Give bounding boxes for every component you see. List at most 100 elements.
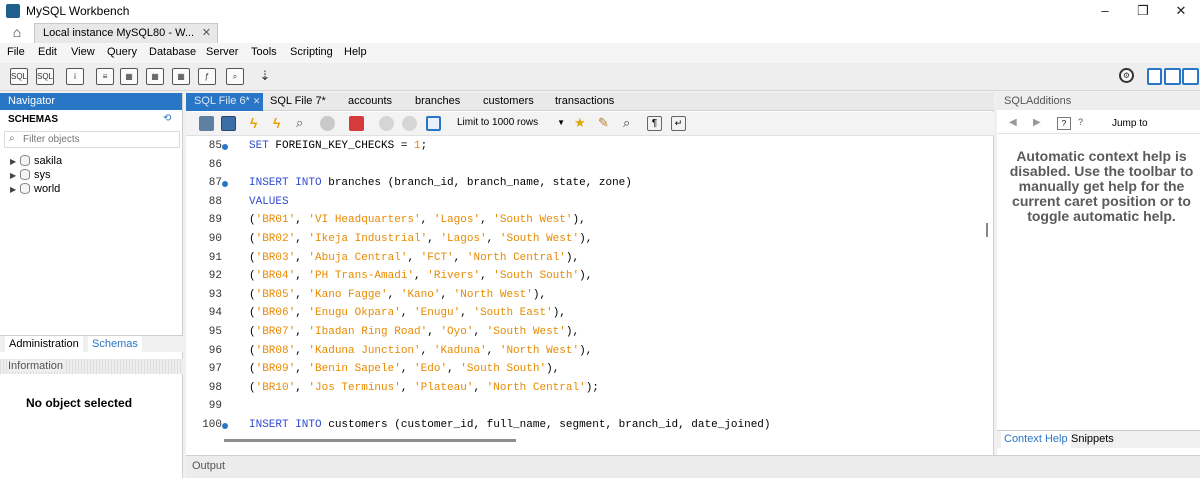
code-line[interactable]: SET FOREIGN_KEY_CHECKS = 1; [249, 140, 427, 152]
search-icon: ⌕ [9, 133, 15, 144]
manual-help-icon[interactable]: ? [1057, 117, 1071, 130]
sql-additions-title: SQLAdditions [1004, 95, 1075, 107]
menu-database[interactable]: Database [149, 46, 196, 58]
limit-rows-select[interactable]: Limit to 1000 rows ▼ [449, 115, 567, 132]
execute-current-icon[interactable]: ϟ [273, 116, 288, 131]
sql-string: 'BR09' [255, 363, 296, 376]
tab-snippets[interactable]: Snippets [1071, 431, 1114, 449]
menu-server[interactable]: Server [206, 46, 238, 58]
code-line[interactable]: ('BR09', 'Benin Sapele', 'Edo', 'South S… [249, 363, 559, 375]
sql-text: ), [579, 344, 593, 357]
expand-triangle-icon[interactable]: ▶ [10, 171, 20, 180]
menu-help[interactable]: Help [344, 46, 367, 58]
menu-file[interactable]: File [7, 46, 25, 58]
code-line[interactable]: ('BR02', 'Ikeja Industrial', 'Lagos', 'S… [249, 233, 592, 245]
schemas-label: SCHEMAS [8, 114, 59, 125]
toggle-output-icon[interactable] [1164, 68, 1181, 85]
tab-sql-file-7[interactable]: SQL File 7* [270, 93, 326, 111]
add-snippet-icon[interactable]: ★ [574, 116, 589, 131]
information-header: Information [0, 359, 183, 374]
toggle-sidebar-icon[interactable] [1147, 68, 1162, 85]
tab-context-help[interactable]: Context Help [1001, 431, 1071, 449]
tab-transactions[interactable]: transactions [555, 93, 614, 111]
refresh-schemas-icon[interactable]: ⟲ [163, 113, 171, 124]
code-line[interactable]: INSERT INTO branches (branch_id, branch_… [249, 177, 632, 189]
tab-branches[interactable]: branches [415, 93, 460, 111]
word-wrap-icon[interactable]: ↵ [671, 116, 686, 131]
filter-objects-input[interactable] [23, 133, 173, 146]
code-line[interactable]: ('BR07', 'Ibadan Ring Road', 'Oyo', 'Sou… [249, 326, 579, 338]
code-line[interactable]: ('BR03', 'Abuja Central', 'FCT', 'North … [249, 252, 579, 264]
open-folder-icon[interactable] [199, 116, 214, 131]
menu-tools[interactable]: Tools [251, 46, 277, 58]
create-table-icon[interactable]: ▦ [120, 68, 138, 85]
create-procedure-icon[interactable]: ▦ [172, 68, 190, 85]
schema-name: sakila [34, 155, 63, 167]
code-line[interactable]: ('BR10', 'Jos Terminus', 'Plateau', 'Nor… [249, 382, 599, 394]
code-editor[interactable]: 85 SET FOREIGN_KEY_CHECKS = 1; 86 87 INSERT … [186, 136, 986, 434]
code-line[interactable]: ('BR04', 'PH Trans-Amadi', 'Rivers', 'So… [249, 270, 592, 282]
search-table-data-icon[interactable]: ⌕ [226, 68, 244, 85]
tab-accounts[interactable]: accounts [348, 93, 392, 111]
filter-objects-field[interactable]: ⌕ [4, 131, 180, 148]
home-icon[interactable]: ⌂ [0, 22, 34, 43]
sql-string: 'Jos Terminus' [308, 381, 401, 394]
toggle-continue-on-error-icon[interactable] [349, 116, 364, 131]
menu-view[interactable]: View [71, 46, 95, 58]
sql-keyword: INSERT INTO [249, 177, 322, 190]
schema-item-sys[interactable]: ▶ sys [10, 169, 51, 181]
jump-to-select[interactable]: Jump to [1112, 118, 1148, 129]
connection-tab[interactable]: Local instance MySQL80 - W... ✕ [34, 23, 218, 43]
sql-string: 'FCT' [420, 251, 454, 264]
execute-icon[interactable]: ϟ [250, 116, 265, 131]
reconnect-icon[interactable]: ⇣ [256, 68, 274, 85]
create-function-icon[interactable]: ƒ [198, 68, 216, 85]
close-button[interactable]: ✕ [1166, 2, 1196, 20]
code-line[interactable]: VALUES [249, 196, 289, 208]
beautify-icon[interactable]: ✎ [598, 116, 613, 131]
expand-triangle-icon[interactable]: ▶ [10, 157, 20, 166]
create-view-icon[interactable]: ▦ [146, 68, 164, 85]
code-line[interactable]: ('BR01', 'VI Headquarters', 'Lagos', 'So… [249, 214, 586, 226]
vertical-scroll-thumb[interactable] [986, 223, 988, 237]
rollback-icon[interactable] [402, 116, 417, 131]
save-icon[interactable] [221, 116, 236, 131]
tab-administration[interactable]: Administration [5, 336, 83, 353]
minimize-button[interactable]: – [1090, 2, 1120, 20]
autocommit-icon[interactable] [426, 116, 441, 131]
commit-icon[interactable] [379, 116, 394, 131]
tab-customers[interactable]: customers [483, 93, 534, 111]
sql-text: , [486, 344, 500, 357]
toggle-secondary-sidebar-icon[interactable] [1182, 68, 1199, 85]
code-line[interactable]: INSERT INTO customers (customer_id, full… [249, 419, 771, 431]
code-line[interactable]: ('BR08', 'Kaduna Junction', 'Kaduna', 'N… [249, 345, 592, 357]
schema-item-sakila[interactable]: ▶ sakila [10, 155, 62, 167]
menu-query[interactable]: Query [107, 46, 137, 58]
stop-icon[interactable] [320, 116, 335, 131]
tab-sql-file-6[interactable]: SQL File 6* ✕ [186, 93, 263, 111]
preferences-icon[interactable]: ⚙ [1119, 68, 1134, 83]
schema-item-world[interactable]: ▶ world [10, 183, 60, 195]
forward-icon[interactable]: ▶ [1033, 117, 1041, 128]
back-icon[interactable]: ◀ [1009, 117, 1017, 128]
inspector-icon[interactable]: i [66, 68, 84, 85]
sql-string: 'Lagos' [433, 214, 481, 227]
maximize-button[interactable]: ❐ [1128, 2, 1158, 20]
close-tab-icon[interactable]: ✕ [202, 24, 211, 43]
create-schema-icon[interactable]: ≡ [96, 68, 114, 85]
tab-schemas[interactable]: Schemas [88, 336, 142, 353]
explain-icon[interactable]: ⌕ [296, 116, 311, 131]
menu-edit[interactable]: Edit [38, 46, 57, 58]
menu-scripting[interactable]: Scripting [290, 46, 333, 58]
invisible-chars-icon[interactable]: ¶ [647, 116, 662, 131]
open-sql-script-icon[interactable]: SQL [36, 68, 54, 85]
expand-triangle-icon[interactable]: ▶ [10, 185, 20, 194]
new-sql-tab-icon[interactable]: SQL [10, 68, 28, 85]
auto-help-icon[interactable]: ? [1078, 117, 1083, 127]
horizontal-scrollbar[interactable] [224, 439, 516, 442]
find-icon[interactable]: ⌕ [623, 116, 638, 131]
code-line[interactable]: ('BR05', 'Kano Fagge', 'Kano', 'North We… [249, 289, 546, 301]
sql-text: , [295, 363, 309, 376]
code-line[interactable]: ('BR06', 'Enugu Okpara', 'Enugu', 'South… [249, 307, 566, 319]
close-tab-icon[interactable]: ✕ [253, 96, 261, 106]
